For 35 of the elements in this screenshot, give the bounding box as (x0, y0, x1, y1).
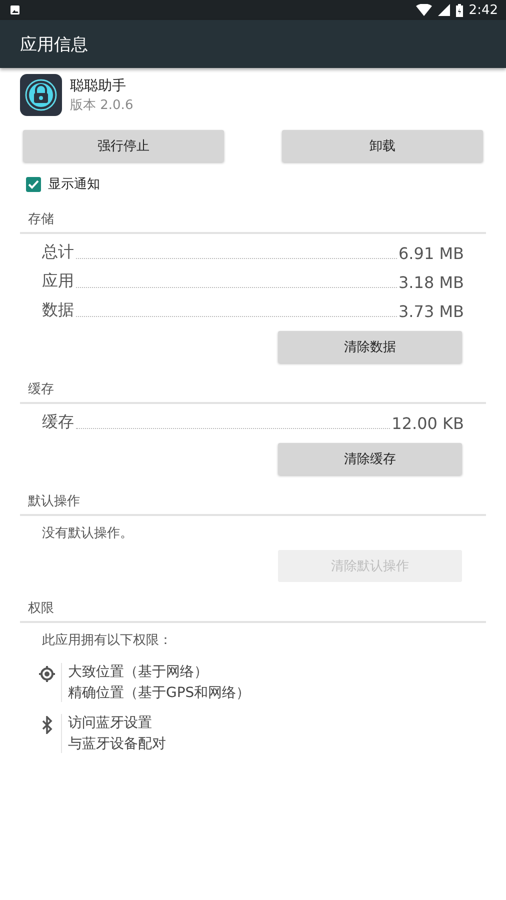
battery-icon (456, 4, 463, 16)
uninstall-button[interactable]: 卸载 (282, 130, 483, 162)
storage-label: 总计 (42, 242, 74, 263)
permission-text: 与蓝牙设备配对 (68, 735, 166, 753)
location-icon (38, 665, 56, 683)
permission-text: 精确位置（基于GPS和网络） (68, 684, 250, 702)
storage-label: 数据 (42, 300, 74, 321)
bluetooth-icon (41, 716, 53, 734)
app-name: 聪聪助手 (70, 76, 127, 94)
force-stop-button[interactable]: 强行停止 (23, 130, 224, 162)
app-version: 版本 2.0.6 (70, 96, 134, 114)
permission-text: 大致位置（基于网络） (68, 663, 209, 681)
section-title: 存储 (28, 212, 54, 227)
clear-cache-button[interactable]: 清除缓存 (278, 443, 462, 475)
storage-label: 应用 (42, 271, 74, 292)
storage-value: 3.73 MB (398, 302, 464, 321)
wifi-icon (416, 4, 432, 16)
section-title: 缓存 (28, 382, 54, 397)
status-time: 2:42 (468, 2, 498, 18)
checkbox-label: 显示通知 (48, 176, 100, 193)
image-notification-icon (10, 5, 20, 15)
storage-value: 12.00 KB (392, 414, 464, 433)
section-note: 没有默认操作。 (41, 525, 134, 542)
section-title: 权限 (28, 601, 54, 616)
clear-data-button[interactable]: 清除数据 (278, 331, 462, 363)
storage-value: 6.91 MB (398, 244, 464, 263)
app-icon (20, 74, 62, 116)
section-note: 此应用拥有以下权限： (41, 632, 173, 649)
storage-value: 3.18 MB (398, 273, 464, 292)
permission-text: 访问蓝牙设置 (68, 714, 153, 732)
storage-label: 缓存 (42, 412, 74, 433)
notification-checkbox[interactable] (26, 176, 41, 192)
app-bar-title: 应用信息 (20, 34, 88, 56)
section-title: 默认操作 (28, 494, 80, 509)
signal-icon (438, 4, 450, 16)
